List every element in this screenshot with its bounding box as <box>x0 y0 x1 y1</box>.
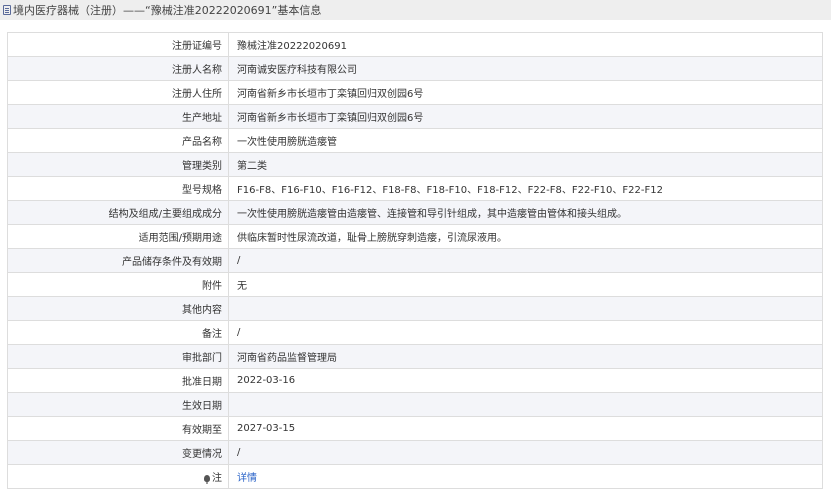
lightbulb-icon <box>204 475 210 484</box>
row-value <box>228 392 823 417</box>
info-table-wrapper: 注册证编号 豫械注准20222020691 注册人名称 河南诚安医疗科技有限公司 注… <box>7 32 823 489</box>
row-label: 审批部门 <box>7 344 229 369</box>
row-value: 一次性使用膀胱造瘘管 <box>228 128 823 153</box>
row-label: 注册证编号 <box>7 32 229 57</box>
row-label: 结构及组成/主要组成成分 <box>7 200 229 225</box>
row-label: 批准日期 <box>7 368 229 393</box>
table-row: 附件无 <box>7 272 823 297</box>
table-row: 生效日期 <box>7 392 823 417</box>
row-value: 无 <box>228 272 823 297</box>
table-row: 其他内容 <box>7 296 823 321</box>
info-table: 注册证编号 豫械注准20222020691 注册人名称 河南诚安医疗科技有限公司 注… <box>7 32 823 489</box>
row-value: 河南省新乡市长垣市丁栾镇回归双创园6号 <box>228 80 823 105</box>
row-label: 适用范围/预期用途 <box>7 224 229 249</box>
table-row: 生产地址 河南省新乡市长垣市丁栾镇回归双创园6号 <box>7 104 823 129</box>
table-row: 有效期至 2027-03-15 <box>7 416 823 441</box>
row-label: 产品储存条件及有效期 <box>7 248 229 273</box>
row-label: 管理类别 <box>7 152 229 177</box>
row-value: / <box>228 320 823 345</box>
table-row: 产品名称 一次性使用膀胱造瘘管 <box>7 128 823 153</box>
row-label: 附件 <box>7 272 229 297</box>
row-label: 生效日期 <box>7 392 229 417</box>
table-row: 产品储存条件及有效期 / <box>7 248 823 273</box>
page-title: 境内医疗器械（注册）——“豫械注准20222020691”基本信息 <box>13 4 322 17</box>
row-value: / <box>228 248 823 273</box>
table-row: 批准日期 2022-03-16 <box>7 368 823 393</box>
table-row: 型号规格 F16-F8、F16-F10、F16-F12、F18-F8、F18-F1… <box>7 176 823 201</box>
note-label: 注 <box>212 473 222 484</box>
row-label: 型号规格 <box>7 176 229 201</box>
row-value: 豫械注准20222020691 <box>228 32 823 57</box>
page-header: 境内医疗器械（注册）——“豫械注准20222020691”基本信息 <box>0 0 831 20</box>
row-value: 2027-03-15 <box>228 416 823 441</box>
row-label: 生产地址 <box>7 104 229 129</box>
row-value: 供临床暂时性尿流改道，耻骨上膀胱穿刺造瘘，引流尿液用。 <box>228 224 823 249</box>
table-row: 注册人名称 河南诚安医疗科技有限公司 <box>7 56 823 81</box>
detail-link[interactable]: 详情 <box>237 473 257 484</box>
document-icon <box>3 5 11 15</box>
row-label: 注册人名称 <box>7 56 229 81</box>
table-row: 适用范围/预期用途 供临床暂时性尿流改道，耻骨上膀胱穿刺造瘘，引流尿液用。 <box>7 224 823 249</box>
row-label: 有效期至 <box>7 416 229 441</box>
row-value: 第二类 <box>228 152 823 177</box>
row-value: 2022-03-16 <box>228 368 823 393</box>
row-value: 河南省药品监督管理局 <box>228 344 823 369</box>
table-row: 备注 / <box>7 320 823 345</box>
row-label: 注册人住所 <box>7 80 229 105</box>
row-label: 产品名称 <box>7 128 229 153</box>
row-label: 其他内容 <box>7 296 229 321</box>
table-row: 审批部门 河南省药品监督管理局 <box>7 344 823 369</box>
row-value: / <box>228 440 823 465</box>
row-value: 河南诚安医疗科技有限公司 <box>228 56 823 81</box>
note-row: 注 详情 <box>7 464 823 489</box>
table-row: 管理类别 第二类 <box>7 152 823 177</box>
table-row: 注册证编号 豫械注准20222020691 <box>7 32 823 57</box>
note-label-cell: 注 <box>7 464 229 489</box>
row-value <box>228 296 823 321</box>
row-label: 备注 <box>7 320 229 345</box>
row-label: 变更情况 <box>7 440 229 465</box>
row-value: 一次性使用膀胱造瘘管由造瘘管、连接管和导引针组成，其中造瘘管由管体和接头组成。 <box>228 200 823 225</box>
row-value: 河南省新乡市长垣市丁栾镇回归双创园6号 <box>228 104 823 129</box>
table-row: 注册人住所 河南省新乡市长垣市丁栾镇回归双创园6号 <box>7 80 823 105</box>
row-value: F16-F8、F16-F10、F16-F12、F18-F8、F18-F10、F1… <box>228 176 823 201</box>
table-row: 变更情况 / <box>7 440 823 465</box>
table-row: 结构及组成/主要组成成分 一次性使用膀胱造瘘管由造瘘管、连接管和导引针组成，其中造… <box>7 200 823 225</box>
note-value-cell: 详情 <box>228 464 823 489</box>
